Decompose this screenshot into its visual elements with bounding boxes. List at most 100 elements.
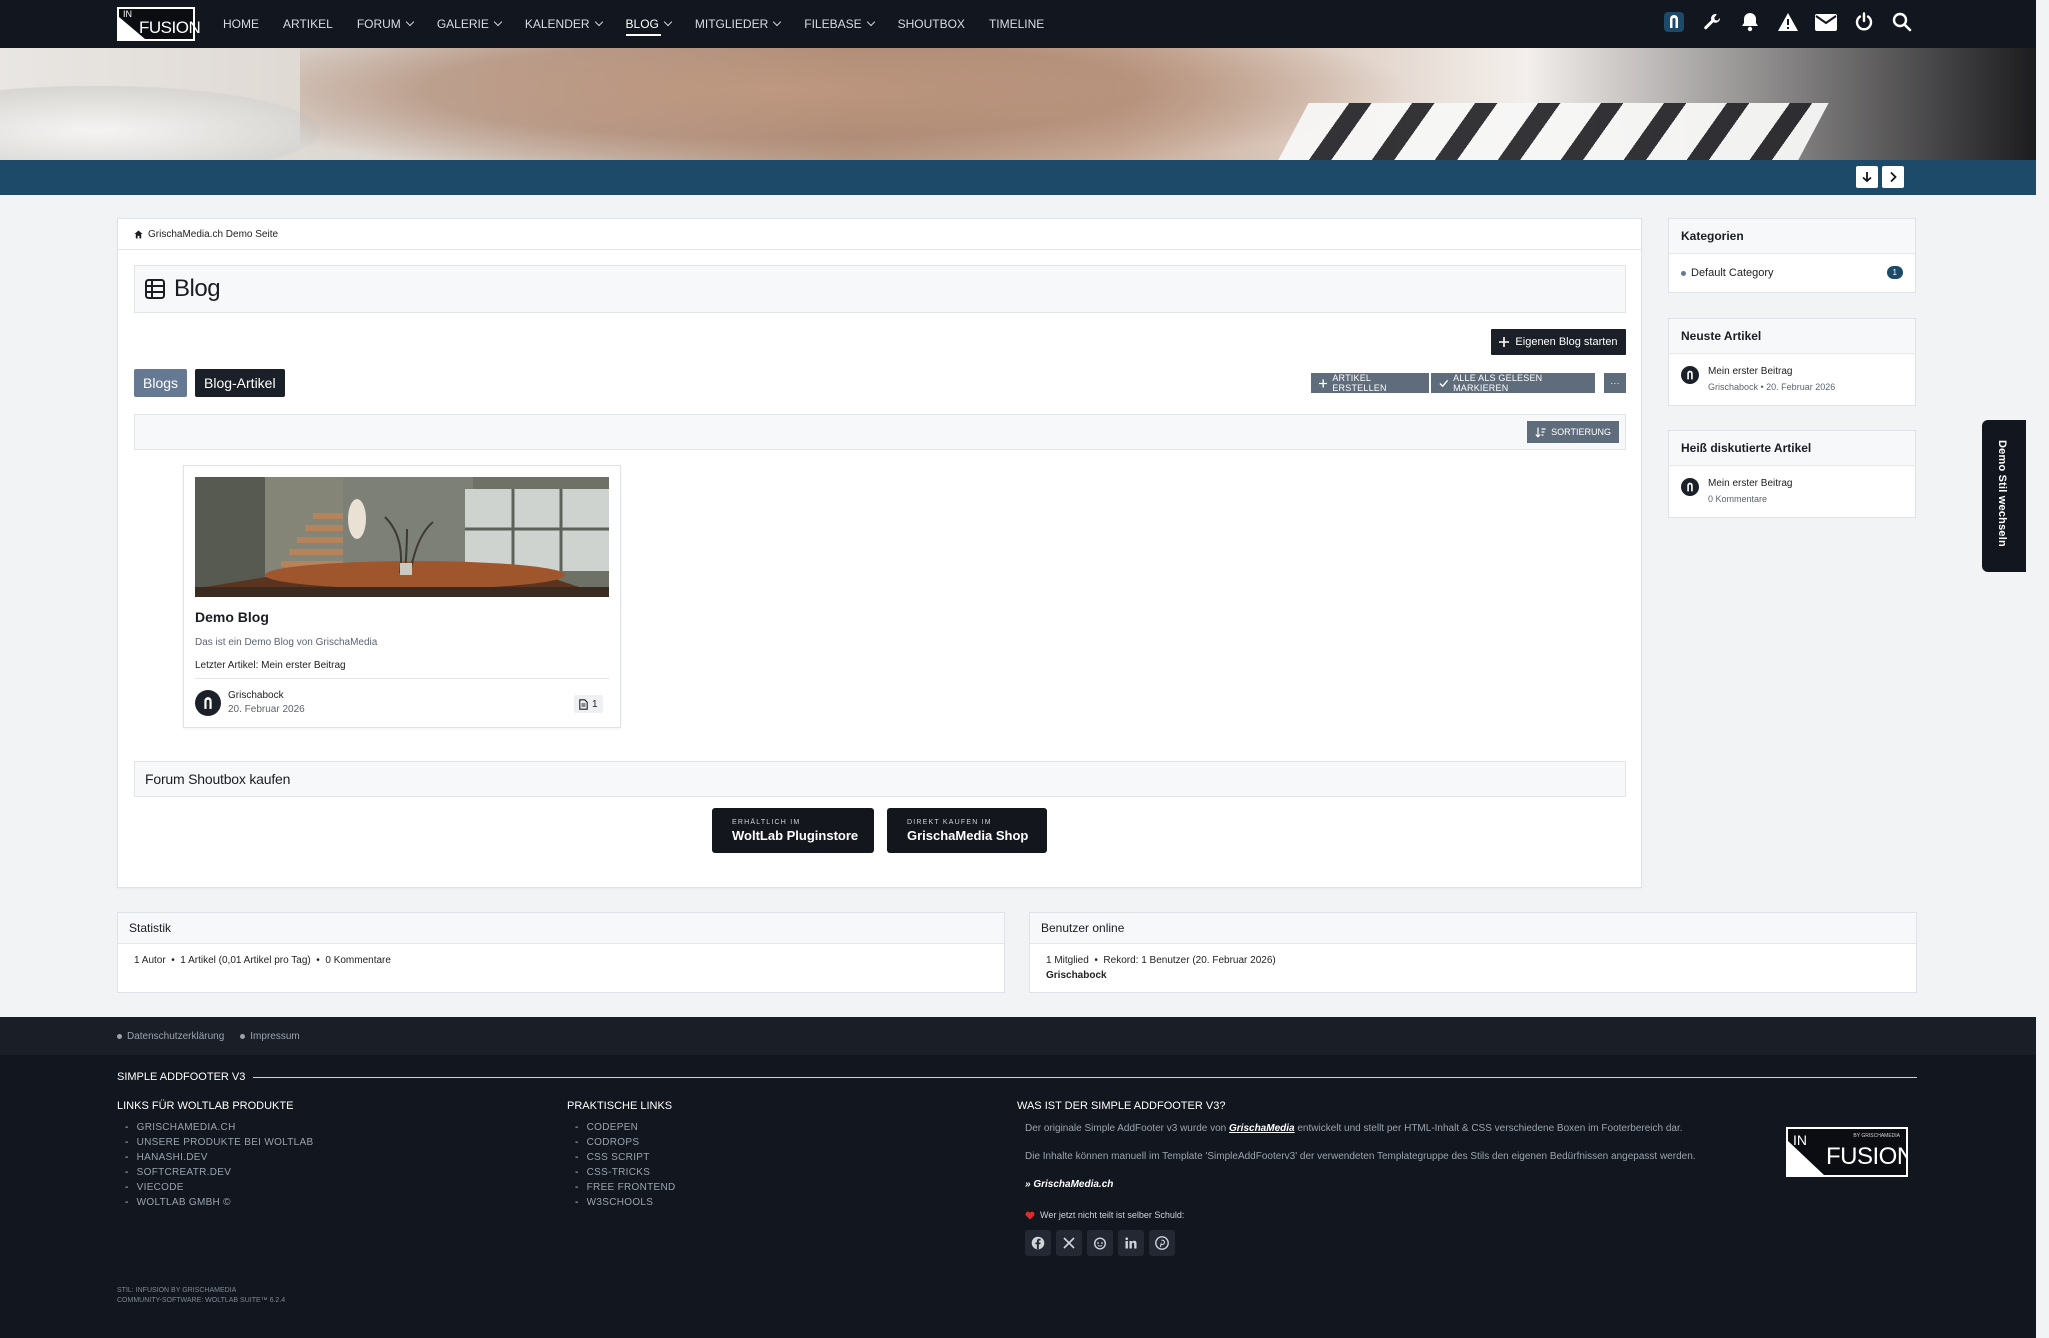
nav-galerie[interactable]: GALERIE bbox=[436, 0, 503, 48]
footer-link[interactable]: CSS SCRIPT bbox=[575, 1152, 676, 1163]
about-paragraph-2: Die Inhalte können manuell im Template '… bbox=[1025, 1151, 1696, 1162]
categories-box: Kategorien Default Category 1 bbox=[1668, 218, 1916, 293]
nav-home-label: HOME bbox=[223, 17, 259, 31]
nav-blog[interactable]: BLOG bbox=[625, 0, 673, 48]
breadcrumb-label: GrischaMedia.ch Demo Seite bbox=[148, 229, 279, 240]
footer-link[interactable]: W3SCHOOLS bbox=[575, 1197, 676, 1208]
grischamedia-link[interactable]: GrischaMedia bbox=[1229, 1123, 1295, 1134]
bullet-icon bbox=[117, 1033, 122, 1039]
nav-forum-label: FORUM bbox=[356, 17, 401, 31]
nav-mitglieder[interactable]: MITGLIEDER bbox=[695, 0, 782, 48]
list-icon bbox=[145, 279, 165, 299]
footer-link[interactable]: CODROPS bbox=[575, 1137, 676, 1148]
about-paragraph: Der originale Simple AddFooter v3 wurde … bbox=[1025, 1122, 1757, 1136]
pinterest-icon[interactable] bbox=[1149, 1230, 1175, 1256]
avatar[interactable] bbox=[1681, 478, 1699, 496]
mark-all-read-button[interactable]: ALLE ALS GELESEN MARKIEREN bbox=[1431, 373, 1595, 393]
footer-link[interactable]: FREE FRONTEND bbox=[575, 1182, 676, 1193]
shoutbox-heading: Forum Shoutbox kaufen bbox=[134, 761, 1626, 797]
hot-article-item[interactable]: Mein erster Beitrag 0 Kommentare bbox=[1669, 466, 1915, 518]
hot-article-meta: 0 Kommentare bbox=[1708, 494, 1768, 504]
more-options-button[interactable]: ··· bbox=[1604, 373, 1626, 393]
nav-kalender-label: KALENDER bbox=[524, 17, 590, 31]
breadcrumb[interactable]: GrischaMedia.ch Demo Seite bbox=[134, 229, 278, 240]
logo-name: FUSION bbox=[139, 18, 201, 37]
footer-column-title: LINKS FÜR WOLTLAB PRODUKTE bbox=[117, 1100, 294, 1112]
categories-title: Kategorien bbox=[1669, 219, 1915, 254]
next-slide-button[interactable] bbox=[1882, 166, 1904, 188]
avatar[interactable] bbox=[195, 690, 221, 716]
shoutbox-heading-text: Forum Shoutbox kaufen bbox=[145, 771, 291, 787]
share-line: Wer jetzt nicht teilt ist selber Schuld: bbox=[1025, 1208, 1757, 1222]
footer-column-about: WAS IST DER SIMPLE ADDFOOTER V3? Der ori… bbox=[1017, 1100, 1757, 1256]
chevron-down-icon bbox=[405, 17, 415, 27]
footer-link[interactable]: CODEPEN bbox=[575, 1122, 676, 1133]
nav-forum[interactable]: FORUM bbox=[356, 0, 415, 48]
blog-title[interactable]: Demo Blog bbox=[195, 609, 269, 625]
nav-filebase[interactable]: FILEBASE bbox=[804, 0, 875, 48]
latest-article-title[interactable]: Mein erster Beitrag bbox=[1708, 366, 1792, 377]
blog-card[interactable]: Demo Blog Das ist ein Demo Blog von Gris… bbox=[183, 465, 621, 728]
footer-link[interactable]: UNSERE PRODUKTE BEI WOLTLAB bbox=[125, 1137, 314, 1148]
start-blog-button[interactable]: Eigenen Blog starten bbox=[1491, 329, 1626, 355]
category-item[interactable]: Default Category 1 bbox=[1669, 254, 1915, 292]
footer-link[interactable]: GRISCHAMEDIA.CH bbox=[125, 1122, 313, 1133]
bell-icon[interactable] bbox=[1738, 10, 1762, 34]
grischamedia-shop-button[interactable]: DIREKT KAUFEN IM GrischaMedia Shop bbox=[887, 808, 1047, 853]
footer-link[interactable]: SOFTCREATR.DEV bbox=[125, 1167, 313, 1178]
nav-shoutbox[interactable]: SHOUTBOX bbox=[898, 0, 965, 48]
online-user[interactable]: Grischabock bbox=[1046, 970, 1107, 981]
grischamedia-site-link[interactable]: » GrischaMedia.ch bbox=[1025, 1178, 1757, 1192]
nav-timeline[interactable]: TIMELINE bbox=[989, 0, 1044, 48]
footer-link[interactable]: VIECODE bbox=[125, 1182, 313, 1193]
footer-link[interactable]: HANASHI.DEV bbox=[125, 1152, 313, 1163]
footer-column-title: PRAKTISCHE LINKS bbox=[567, 1100, 673, 1112]
users-online-title: Benutzer online bbox=[1030, 913, 1916, 944]
nav-kalender[interactable]: KALENDER bbox=[524, 0, 603, 48]
blog-image bbox=[195, 477, 609, 597]
avatar-icon[interactable] bbox=[1662, 10, 1686, 34]
software-credit[interactable]: COMMUNITY-SOFTWARE: WOLTLAB SUITE™ 6.2.4 bbox=[117, 1296, 285, 1306]
footer-link[interactable]: WOLTLAB GMBH © bbox=[125, 1197, 313, 1208]
home-icon bbox=[134, 230, 143, 239]
chevron-down-icon bbox=[594, 17, 603, 27]
imprint-link[interactable]: Impressum bbox=[240, 1031, 300, 1042]
mail-icon[interactable] bbox=[1814, 10, 1838, 34]
latest-article-item[interactable]: Mein erster Beitrag Grischabock • 20. Fe… bbox=[1669, 354, 1915, 406]
nav-blog-label: BLOG bbox=[625, 17, 659, 31]
plus-icon bbox=[1319, 378, 1328, 388]
linkedin-icon[interactable] bbox=[1118, 1230, 1144, 1256]
woltlab-store-button[interactable]: ERHÄLTLICH IM WoltLab Pluginstore bbox=[712, 808, 874, 853]
nav-artikel[interactable]: ARTIKEL bbox=[283, 0, 333, 48]
search-icon[interactable] bbox=[1890, 10, 1914, 34]
wrench-icon[interactable] bbox=[1700, 10, 1724, 34]
avatar-icon bbox=[1687, 482, 1693, 492]
blog-last-article[interactable]: Letzter Artikel: Mein erster Beitrag bbox=[195, 660, 346, 671]
nav-galerie-label: GALERIE bbox=[436, 17, 489, 31]
site-logo[interactable]: IN FUSION bbox=[117, 7, 201, 41]
style-credit[interactable]: STIL: INFUSION BY GRISCHAMEDIA bbox=[117, 1286, 285, 1296]
imprint-link-label: Impressum bbox=[250, 1031, 300, 1042]
create-article-button[interactable]: ARTIKEL ERSTELLEN bbox=[1311, 373, 1429, 393]
scroll-down-button[interactable] bbox=[1856, 166, 1878, 188]
plus-icon bbox=[1499, 337, 1510, 347]
warning-icon[interactable] bbox=[1776, 10, 1800, 34]
category-label[interactable]: Default Category bbox=[1691, 267, 1774, 279]
blog-author[interactable]: Grischabock bbox=[228, 690, 284, 701]
avatar[interactable] bbox=[1681, 366, 1699, 384]
tab-blog-articles[interactable]: Blog-Artikel bbox=[195, 369, 285, 397]
social-buttons bbox=[1025, 1230, 1757, 1256]
privacy-link[interactable]: Datenschutzerklärung bbox=[117, 1031, 224, 1042]
facebook-icon[interactable] bbox=[1025, 1230, 1051, 1256]
hot-article-title[interactable]: Mein erster Beitrag bbox=[1708, 478, 1792, 489]
chevron-down-icon bbox=[493, 17, 503, 27]
reddit-icon[interactable] bbox=[1087, 1230, 1113, 1256]
style-switch-tab[interactable]: Demo Stil wechseln bbox=[1982, 420, 2026, 572]
x-icon[interactable] bbox=[1056, 1230, 1082, 1256]
tab-blogs[interactable]: Blogs bbox=[134, 369, 188, 397]
sort-button[interactable]: SORTIERUNG bbox=[1527, 421, 1619, 443]
header-image bbox=[0, 48, 2036, 160]
nav-home[interactable]: HOME bbox=[223, 0, 259, 48]
footer-link[interactable]: CSS-TRICKS bbox=[575, 1167, 676, 1178]
power-icon[interactable] bbox=[1852, 10, 1876, 34]
